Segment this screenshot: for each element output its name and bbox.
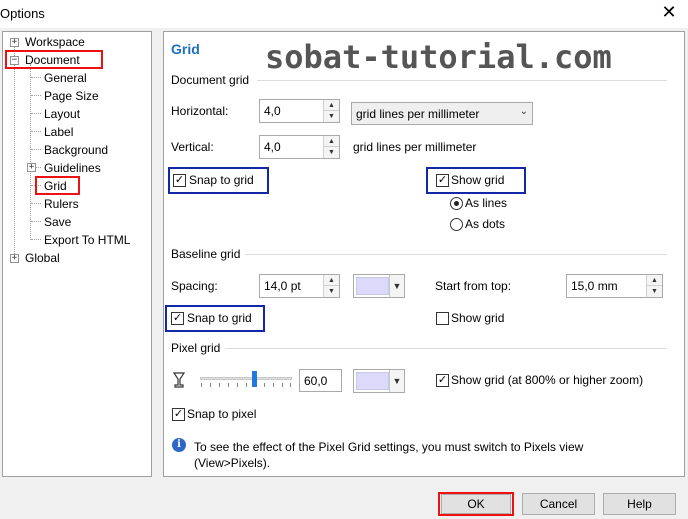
help-button[interactable]: Help: [603, 493, 676, 515]
color-swatch: [356, 372, 389, 390]
as-dots-label: As dots: [465, 217, 506, 231]
tree-item-save[interactable]: Save: [44, 214, 71, 230]
chevron-down-icon: ▼: [389, 275, 404, 297]
spin-up-icon[interactable]: ▲: [324, 100, 339, 111]
spin-down-icon[interactable]: ▼: [324, 111, 339, 122]
opacity-slider[interactable]: [200, 371, 292, 389]
snap-to-pixel-label: Snap to pixel: [187, 407, 257, 421]
tree-item-label[interactable]: Label: [44, 124, 73, 140]
tree-item-layout[interactable]: Layout: [44, 106, 80, 122]
as-lines-label: As lines: [465, 196, 508, 210]
spin-up-icon[interactable]: ▲: [647, 275, 662, 286]
tree-item-global[interactable]: Global: [25, 250, 60, 266]
close-icon[interactable]: ✕: [660, 2, 678, 22]
window-title: Options: [0, 6, 45, 21]
separator: [245, 254, 667, 255]
spin-down-icon[interactable]: ▼: [324, 147, 339, 158]
tree-item-rulers[interactable]: Rulers: [44, 196, 79, 212]
opacity-value: 60,0: [304, 374, 328, 388]
tree-item-page-size[interactable]: Page Size: [44, 88, 99, 104]
ok-button[interactable]: OK: [441, 494, 511, 514]
tree-item-general[interactable]: General: [44, 70, 87, 86]
grid-unit-selected: grid lines per millimeter: [356, 107, 480, 121]
page-title: Grid: [171, 41, 200, 57]
tree-item-export-html[interactable]: Export To HTML: [44, 232, 130, 248]
show-grid-checkbox[interactable]: ✓: [436, 174, 449, 187]
watermark-text: sobat-tutorial.com: [265, 38, 612, 76]
show-grid-label: Show grid: [451, 173, 505, 187]
color-swatch: [356, 277, 389, 295]
info-text-line-2: (View>Pixels).: [194, 456, 271, 470]
horizontal-spinbox[interactable]: 4,0 ▲ ▼: [259, 99, 340, 123]
spacing-value: 14,0 pt: [264, 279, 301, 293]
document-grid-label: Document grid: [171, 73, 250, 87]
title-bar: [0, 0, 688, 28]
chevron-down-icon: ⌄: [519, 106, 528, 117]
slider-thumb[interactable]: [252, 371, 257, 387]
snap-to-pixel-checkbox[interactable]: ✓: [172, 408, 185, 421]
spin-up-icon[interactable]: ▲: [324, 275, 339, 286]
horizontal-value: 4,0: [264, 104, 281, 118]
info-text-line-1: To see the effect of the Pixel Grid sett…: [194, 440, 584, 454]
pixel-show-grid-label: Show grid (at 800% or higher zoom): [451, 373, 644, 387]
expand-workspace-icon[interactable]: +: [10, 38, 19, 47]
start-from-top-value: 15,0 mm: [571, 279, 618, 293]
spacing-spinbox[interactable]: 14,0 pt ▲ ▼: [259, 274, 340, 298]
cancel-button[interactable]: Cancel: [522, 493, 595, 515]
opacity-value-field[interactable]: 60,0: [299, 369, 342, 392]
grid-unit-dropdown[interactable]: grid lines per millimeter ⌄: [351, 102, 533, 125]
expand-guidelines-icon[interactable]: +: [27, 163, 36, 172]
tree-item-background[interactable]: Background: [44, 142, 108, 158]
opacity-icon: [172, 372, 186, 388]
baseline-show-grid-checkbox[interactable]: [436, 312, 449, 325]
snap-to-grid-label: Snap to grid: [189, 173, 254, 187]
as-dots-radio[interactable]: [450, 218, 463, 231]
slider-track: [200, 377, 292, 380]
grid-highlight-box: [35, 176, 80, 195]
as-lines-radio[interactable]: [450, 197, 463, 210]
chevron-down-icon: ▼: [389, 370, 404, 392]
spin-down-icon[interactable]: ▼: [647, 286, 662, 297]
separator: [257, 80, 667, 81]
pixel-grid-label: Pixel grid: [171, 341, 221, 355]
expand-global-icon[interactable]: +: [10, 254, 19, 263]
tree-item-workspace[interactable]: Workspace: [25, 34, 85, 50]
pixel-show-grid-checkbox[interactable]: ✓: [436, 374, 449, 387]
options-tree[interactable]: + Workspace − Document General Page Size…: [2, 31, 152, 477]
vertical-unit-label: grid lines per millimeter: [353, 140, 477, 154]
info-icon: i: [172, 438, 186, 452]
pixel-grid-color-picker[interactable]: ▼: [353, 369, 405, 393]
vertical-spinbox[interactable]: 4,0 ▲ ▼: [259, 135, 340, 159]
baseline-color-picker[interactable]: ▼: [353, 274, 405, 298]
baseline-snap-label: Snap to grid: [187, 311, 252, 325]
baseline-show-grid-label: Show grid: [451, 311, 505, 325]
start-from-top-spinbox[interactable]: 15,0 mm ▲ ▼: [566, 274, 663, 298]
document-highlight-box: [5, 50, 103, 69]
separator: [225, 348, 667, 349]
baseline-snap-checkbox[interactable]: ✓: [171, 312, 184, 325]
vertical-value: 4,0: [264, 140, 281, 154]
baseline-grid-label: Baseline grid: [171, 247, 241, 261]
spacing-label: Spacing:: [171, 279, 218, 293]
vertical-label: Vertical:: [171, 140, 214, 154]
snap-to-grid-checkbox[interactable]: ✓: [173, 174, 186, 187]
spin-up-icon[interactable]: ▲: [324, 136, 339, 147]
horizontal-label: Horizontal:: [171, 104, 229, 118]
spin-down-icon[interactable]: ▼: [324, 286, 339, 297]
tree-item-guidelines[interactable]: Guidelines: [44, 160, 101, 176]
start-from-top-label: Start from top:: [435, 279, 512, 293]
